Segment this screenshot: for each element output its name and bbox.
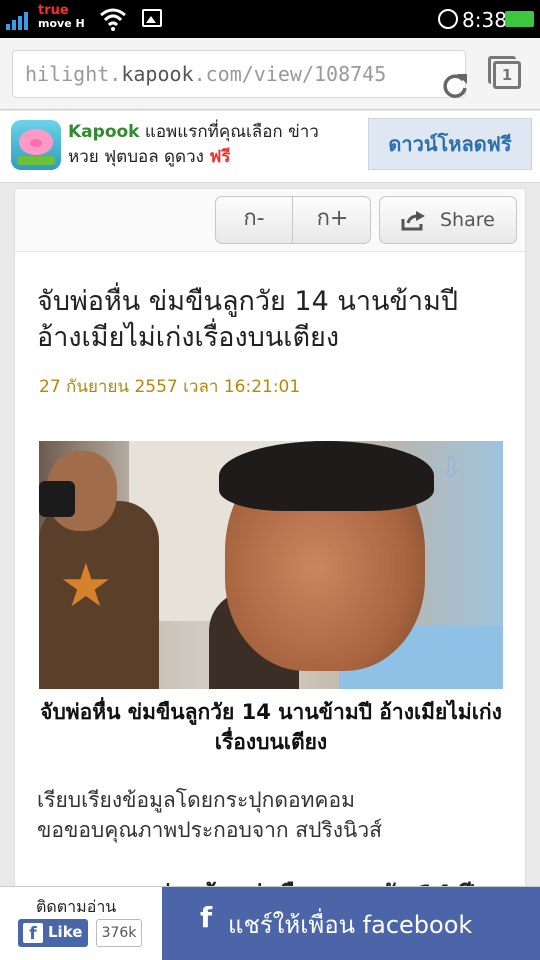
carrier-label: true move H [38, 4, 85, 30]
font-size-controls: ก- ก+ [215, 196, 371, 244]
download-free-button[interactable]: ดาวน์โหลดฟรี [368, 118, 532, 170]
facebook-icon: f [200, 901, 213, 934]
clock: 8:38 [462, 8, 507, 32]
app-promo-text: Kapook แอพแรกที่คุณเลือก ข่าว หวย ฟุตบอล… [68, 120, 358, 170]
like-count: 376k [96, 919, 142, 947]
like-label: Like [48, 923, 83, 941]
image-notification-icon [142, 9, 162, 27]
article-date: 27 กันยายน 2557 เวลา 16:21:01 [39, 377, 301, 397]
browser-toolbar: hilight.kapook.com/view/108745 1 [0, 38, 540, 110]
font-increase-button[interactable]: ก+ [294, 197, 371, 243]
share-facebook-label: แชร์ให้เพื่อน facebook [228, 911, 473, 939]
article-photo[interactable]: ★ ⇩ [39, 441, 503, 689]
share-label: Share [440, 209, 495, 231]
address-bar[interactable]: hilight.kapook.com/view/108745 [12, 50, 469, 100]
article-card: ก- ก+ Share จับพ่อหื่น ข่มขืนลูกวัย 14 น… [14, 188, 526, 960]
promo-free: ฟรี [209, 147, 231, 167]
facebook-like-button[interactable]: f Like [18, 919, 88, 947]
share-icon [401, 211, 425, 231]
share-button[interactable]: Share [379, 196, 517, 244]
facebook-icon: f [23, 923, 43, 944]
url-suffix: .com/view/108745 [193, 62, 387, 86]
share-to-facebook-button[interactable]: f แชร์ให้เพื่อน facebook [162, 887, 540, 960]
alarm-icon [438, 9, 458, 29]
carrier-line1: true [38, 3, 69, 18]
kapook-app-icon[interactable] [11, 120, 61, 170]
url-domain: kapook [121, 62, 194, 86]
tab-count: 1 [493, 61, 521, 89]
wifi-icon [100, 8, 126, 31]
promo-line1: แอพแรกที่คุณเลือก ข่าว [139, 122, 319, 142]
carrier-line2: move H [38, 17, 85, 30]
url-prefix: hilight. [25, 62, 122, 86]
reload-icon[interactable] [441, 72, 469, 100]
signal-icon [6, 10, 34, 30]
social-bar: ติดตามอ่าน f Like 376k f แชร์ให้เพื่อน f… [0, 886, 540, 960]
font-decrease-button[interactable]: ก- [216, 197, 293, 243]
app-brand: Kapook [68, 122, 140, 142]
photo-caption: จับพ่อหื่น ข่มขืนลูกวัย 14 นานข้ามปี อ้า… [40, 700, 502, 754]
app-promo-banner: Kapook แอพแรกที่คุณเลือก ข่าว หวย ฟุตบอล… [0, 111, 540, 183]
credit-line1: เรียบเรียงข้อมูลโดยกระปุกดอทคอม [37, 788, 355, 812]
article-headline: จับพ่อหื่น ข่มขืนลูกวัย 14 นานข้ามปี อ้า… [37, 286, 459, 353]
follow-label: ติดตามอ่าน [36, 897, 117, 916]
battery-charging-icon [505, 11, 534, 27]
url-text[interactable]: hilight.kapook.com/view/108745 [25, 62, 386, 86]
promo-line2: หวย ฟุตบอล ดูดวง [68, 147, 210, 167]
article-credit: เรียบเรียงข้อมูลโดยกระปุกดอทคอม ขอขอบคุณ… [37, 785, 507, 845]
credit-line2: ขอขอบคุณภาพประกอบจาก สปริงนิวส์ [37, 818, 382, 842]
status-bar: true move H 8:38 [0, 0, 540, 38]
article-toolbar: ก- ก+ Share [15, 189, 525, 252]
tabs-button[interactable]: 1 [488, 56, 522, 90]
